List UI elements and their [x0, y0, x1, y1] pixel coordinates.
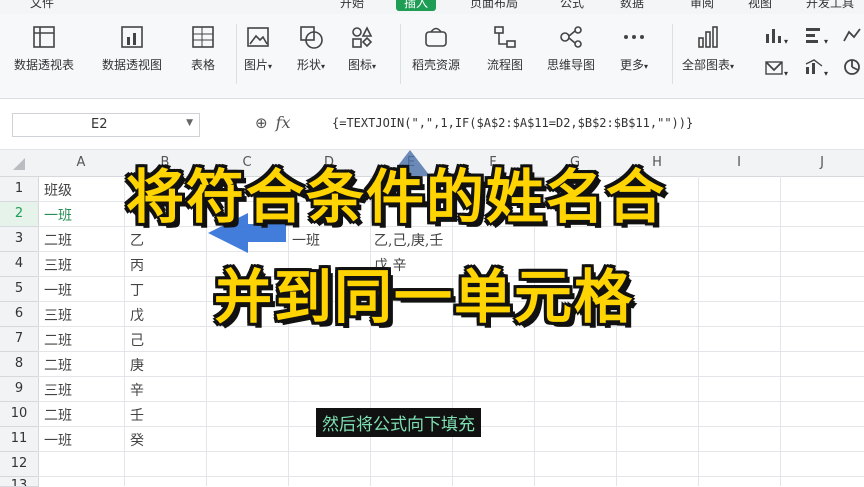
ribbon-divider [236, 24, 237, 84]
chevron-down-icon[interactable]: ▼ [186, 118, 193, 128]
docer-resources-button[interactable]: 稻壳资源 [412, 24, 460, 73]
pivot-table-icon [33, 26, 55, 48]
menu-review[interactable]: 审阅 [690, 0, 714, 11]
shapes-label: 形状 [297, 58, 322, 72]
name-box[interactable]: E2 ▼ [12, 113, 200, 137]
mindmap-label: 思维导图 [547, 58, 596, 72]
menu-data[interactable]: 数据 [620, 0, 644, 11]
cell-b8[interactable]: 庚 [130, 355, 144, 375]
row-header-9[interactable]: 9 [0, 377, 39, 402]
menu-developer[interactable]: 开发工具 [806, 0, 854, 11]
line-chart-icon [843, 28, 861, 42]
bar-chart-button[interactable]: ▾ [804, 26, 828, 47]
flowchart-label: 流程图 [487, 58, 524, 72]
all-charts-label: 全部图表 [682, 58, 731, 72]
cell-a9[interactable]: 三班 [44, 380, 72, 400]
menu-view[interactable]: 视图 [748, 0, 772, 11]
cell-a8[interactable]: 二班 [44, 355, 72, 375]
icons-label: 图标 [348, 58, 373, 72]
cell-b10[interactable]: 壬 [130, 405, 144, 425]
chevron-down-icon: ▾ [824, 69, 829, 78]
table-icon [192, 26, 214, 48]
chevron-down-icon: ▾ [784, 69, 789, 78]
name-box-value: E2 [91, 117, 108, 132]
overlay-title-line2: 并到同一单元格 [213, 263, 634, 331]
pivot-chart-icon [121, 26, 143, 48]
ribbon: 数据透视表 数据透视图 表格 图片▾ 形状▾ 图标▾ 稻壳资源 流程图 思维导图… [0, 14, 864, 99]
overlay-title-line1: 将符合条件的姓名合 [125, 163, 666, 231]
row-header-11[interactable]: 11 [0, 427, 39, 452]
chevron-down-icon: ▾ [784, 37, 789, 46]
horizontal-bar-icon [806, 28, 820, 43]
docer-resources-label: 稻壳资源 [412, 58, 461, 72]
shapes-icon [300, 26, 323, 49]
chevron-down-icon: ▾ [268, 62, 273, 71]
zoom-icon[interactable]: ⊕ [255, 114, 268, 132]
more-label: 更多 [620, 58, 645, 72]
table-button[interactable]: 表格 [190, 24, 216, 73]
picture-icon [247, 27, 269, 47]
menu-bar: 文件 开始 插入 页面布局 公式 数据 审阅 视图 开发工具 [0, 0, 864, 14]
line-chart-button[interactable] [842, 26, 862, 47]
menu-file[interactable]: 文件 [30, 0, 54, 11]
cell-a10[interactable]: 二班 [44, 405, 72, 425]
formula-tools: ⊕ fx [255, 113, 291, 132]
ribbon-divider [400, 24, 401, 84]
table-label: 表格 [190, 58, 215, 72]
column-chart-button[interactable]: ▾ [764, 26, 788, 47]
menu-page-layout[interactable]: 页面布局 [470, 0, 518, 11]
stock-chart-button[interactable]: ▾ [804, 58, 828, 79]
picture-label: 图片 [244, 58, 269, 72]
shapes-button[interactable]: 形状▾ [297, 24, 325, 73]
chevron-down-icon: ▾ [824, 37, 829, 46]
row-header-10[interactable]: 10 [0, 402, 39, 427]
pie-chart-icon [844, 59, 860, 75]
mindmap-button[interactable]: 思维导图 [547, 24, 595, 73]
icons-icon [352, 26, 373, 48]
cell-b11[interactable]: 癸 [130, 430, 144, 450]
ribbon-divider [672, 24, 673, 84]
formula-input[interactable]: {=TEXTJOIN(",",1,IF($A$2:$A$11=D2,$B$2:$… [332, 116, 693, 130]
picture-button[interactable]: 图片▾ [244, 24, 272, 73]
chevron-down-icon: ▾ [644, 62, 649, 71]
pivot-chart-label: 数据透视图 [102, 58, 163, 72]
row-header-8[interactable]: 8 [0, 352, 39, 377]
pivot-table-button[interactable]: 数据透视表 [14, 24, 74, 73]
row-header-12[interactable]: 12 [0, 452, 39, 477]
stock-chart-icon [805, 59, 823, 74]
pivot-table-label: 数据透视表 [14, 58, 75, 72]
mindmap-icon [560, 26, 582, 48]
fx-icon[interactable]: fx [276, 113, 291, 132]
column-chart-icon [766, 29, 781, 43]
cell-a11[interactable]: 一班 [44, 430, 72, 450]
video-subtitle: 然后将公式向下填充 [316, 408, 481, 437]
icons-button[interactable]: 图标▾ [348, 24, 376, 73]
menu-insert[interactable]: 插入 [396, 0, 437, 11]
docer-icon [425, 27, 447, 47]
area-chart-icon [765, 61, 783, 75]
all-charts-button[interactable]: 全部图表▾ [682, 24, 734, 73]
menu-formulas[interactable]: 公式 [560, 0, 584, 11]
cell-b9[interactable]: 辛 [130, 380, 144, 400]
more-button[interactable]: 更多▾ [620, 24, 648, 73]
menu-home[interactable]: 开始 [340, 0, 364, 11]
flowchart-icon [494, 26, 516, 48]
chevron-down-icon: ▾ [372, 62, 377, 71]
more-icon [624, 35, 645, 39]
chevron-down-icon: ▾ [321, 62, 326, 71]
area-chart-button[interactable]: ▾ [764, 58, 788, 79]
pie-chart-button[interactable] [842, 58, 862, 79]
formula-bar: E2 ▼ ⊕ fx {=TEXTJOIN(",",1,IF($A$2:$A$11=… [0, 99, 864, 150]
pivot-chart-button[interactable]: 数据透视图 [102, 24, 162, 73]
chevron-down-icon: ▾ [730, 62, 735, 71]
bar-chart-icon [698, 26, 718, 48]
flowchart-button[interactable]: 流程图 [487, 24, 523, 73]
